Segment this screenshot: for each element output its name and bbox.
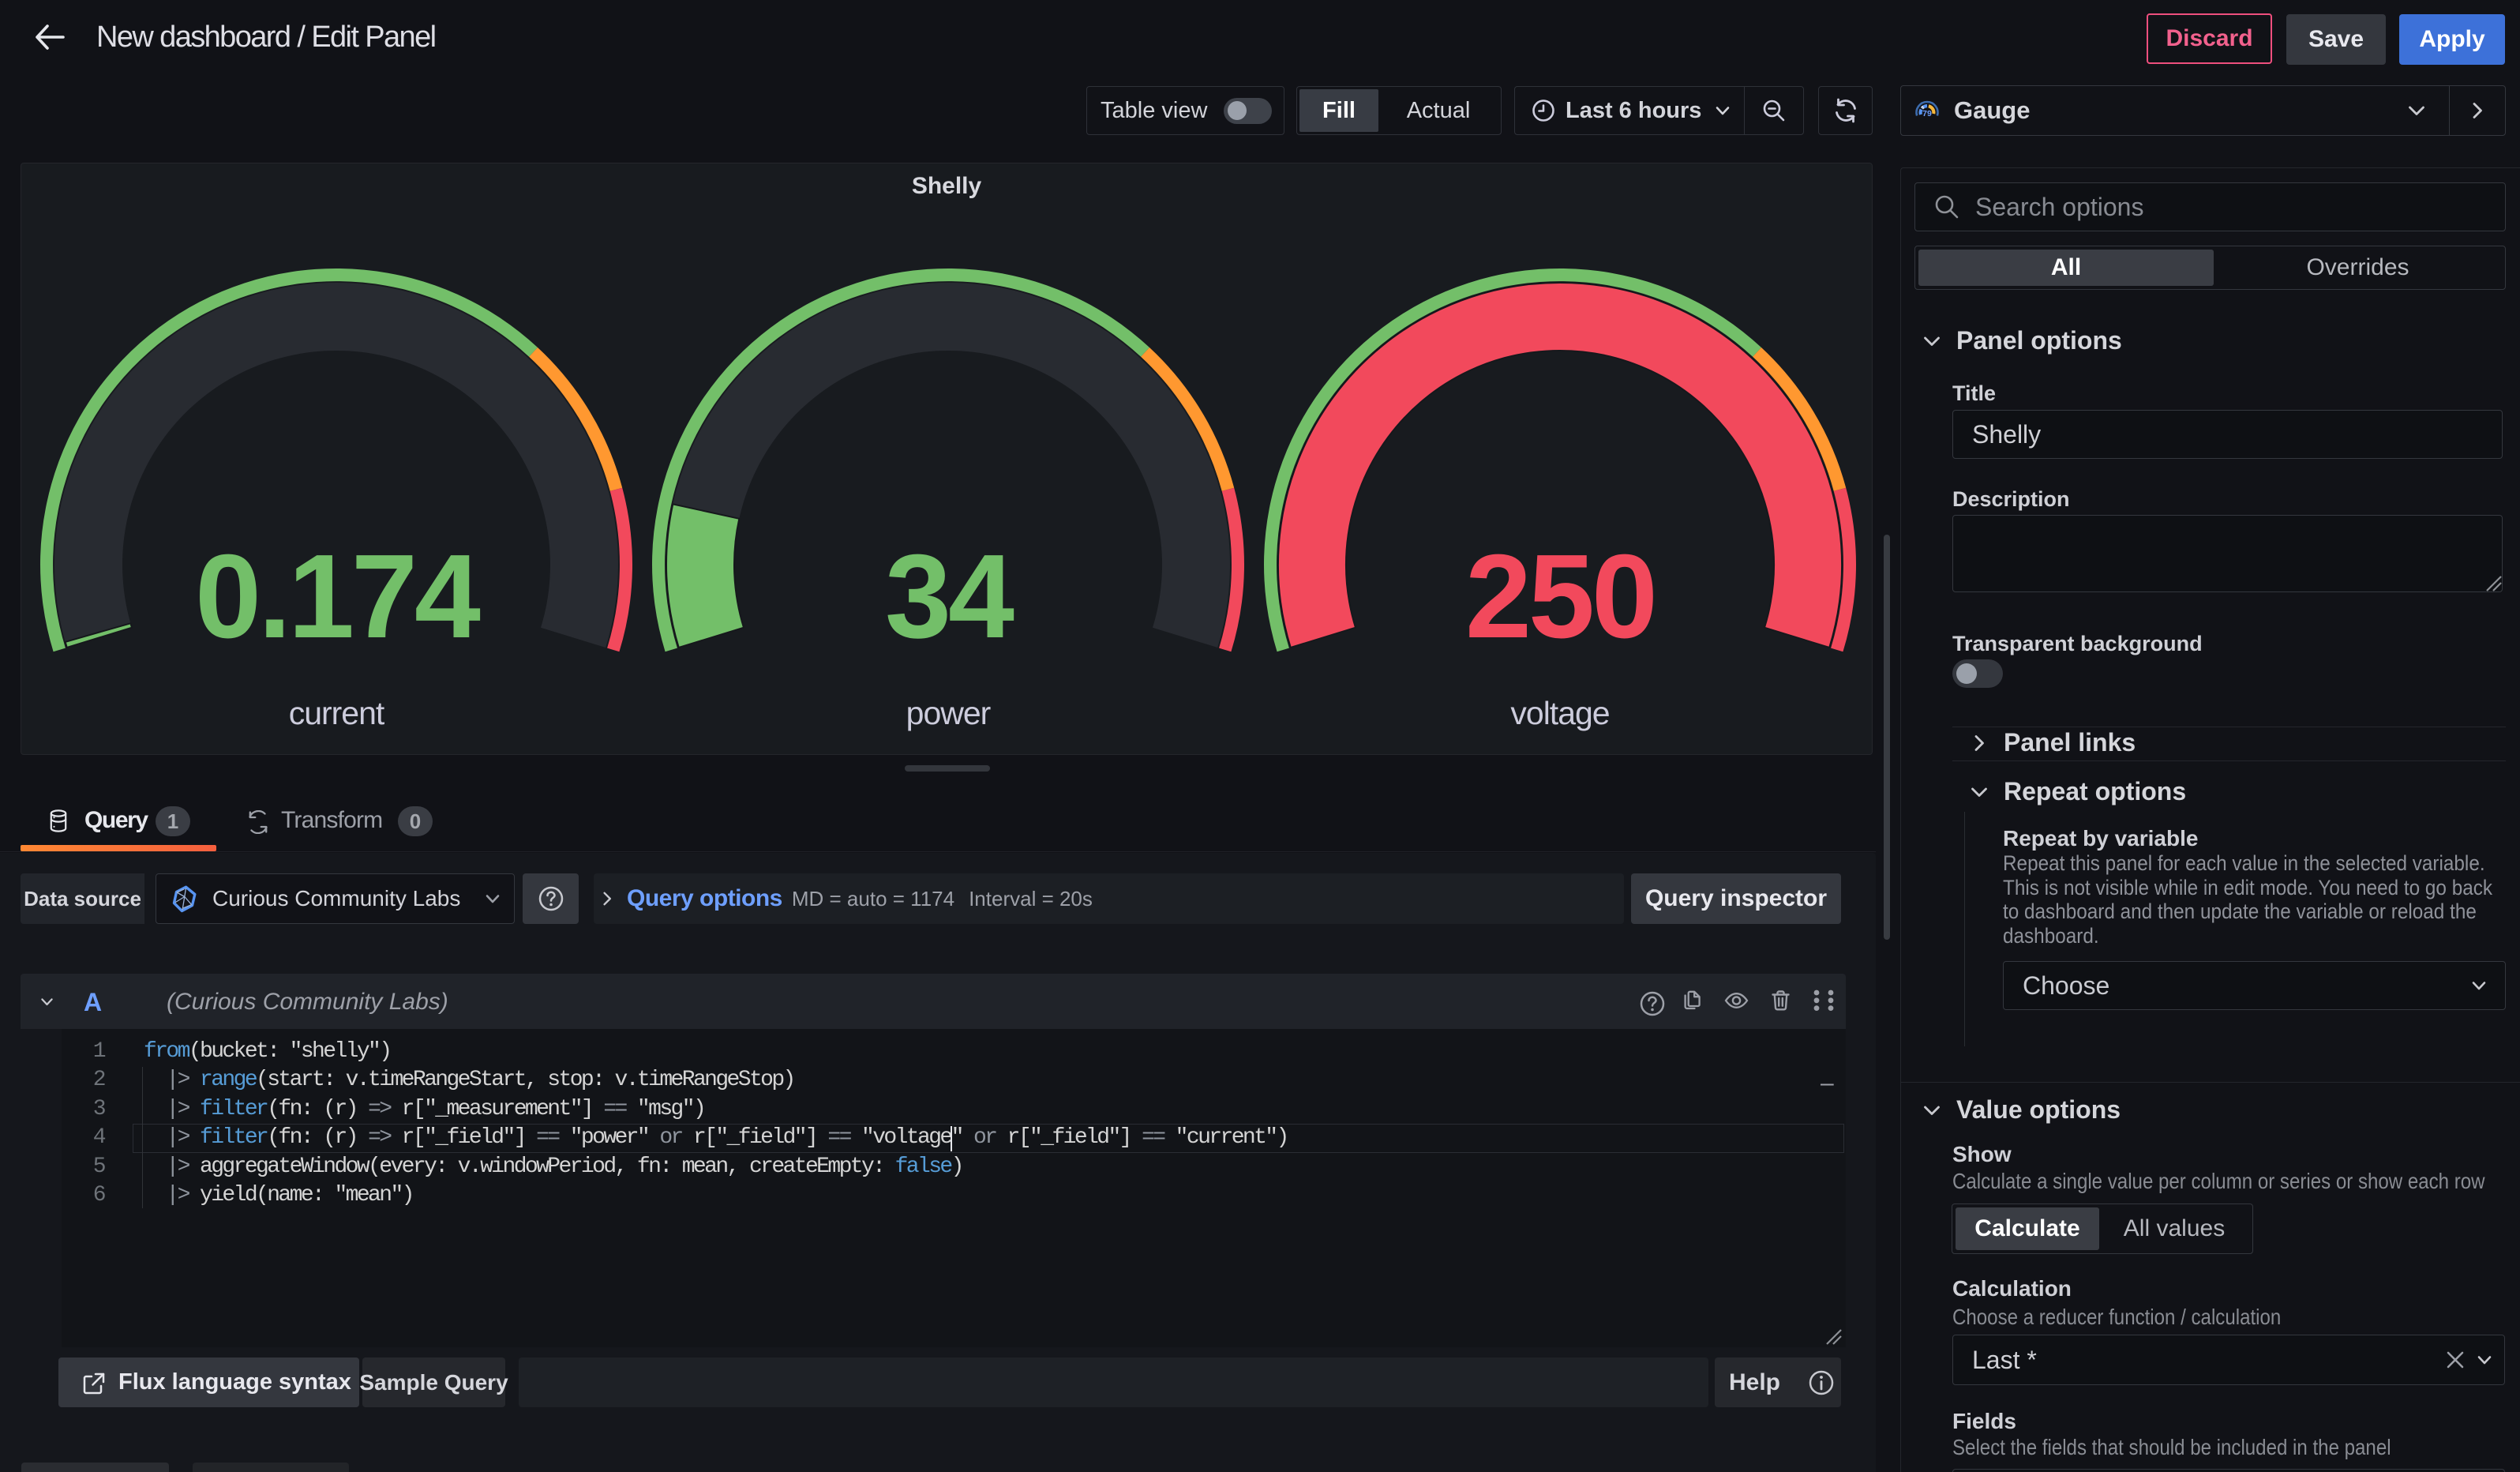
svg-text:79: 79 [1922, 109, 1932, 118]
